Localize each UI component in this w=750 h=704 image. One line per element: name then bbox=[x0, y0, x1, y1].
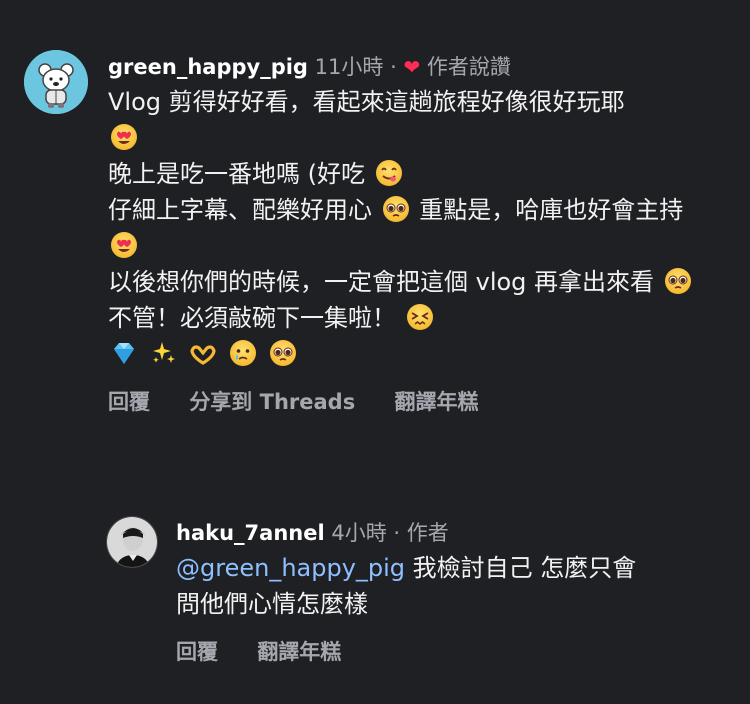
comment-line-text: 重點是，哈庫也好會主持 bbox=[419, 196, 684, 224]
reply-button[interactable]: 回覆 bbox=[108, 390, 150, 414]
author-tag: 作者 bbox=[406, 521, 449, 545]
comment-line-text: 問他們心情怎麼樣 bbox=[176, 590, 368, 618]
timestamp: 4小時 bbox=[331, 521, 387, 545]
comment-text: Vlog 剪得好好看，看起來這趟旅程好像很好玩耶 晚上是吃一番地嗎 (好吃 仔細… bbox=[108, 84, 718, 372]
author-liked-label: 作者說讚 bbox=[426, 55, 511, 79]
comment-header: haku_7annel 4小時 · 作者 bbox=[176, 516, 726, 550]
mention-link[interactable]: @green_happy_pig bbox=[176, 554, 405, 582]
timestamp: 11小時 bbox=[314, 55, 384, 79]
sad-tear-emoji-icon bbox=[229, 340, 256, 366]
pleading-face-emoji-icon bbox=[269, 340, 296, 366]
heart-hands-icon bbox=[190, 345, 216, 365]
yum-emoji-icon bbox=[375, 160, 402, 186]
comment-body: haku_7annel 4小時 · 作者 @green_happy_pig 我檢… bbox=[176, 516, 726, 666]
comment-body: green_happy_pig 11小時 · ❤ 作者說讚 Vlog 剪得好好看… bbox=[108, 50, 718, 416]
comment-line-text: 不管！必須敲碗下一集啦！ bbox=[108, 304, 396, 332]
username[interactable]: haku_7annel bbox=[176, 521, 325, 545]
comment-line: 以後想你們的時候，一定會把這個 vlog 再拿出來看 bbox=[108, 264, 718, 300]
comment-header: green_happy_pig 11小時 · ❤ 作者說讚 bbox=[108, 50, 718, 84]
reply-button[interactable]: 回覆 bbox=[176, 640, 218, 664]
comment-line-text: 我檢討自己 怎麼只會 bbox=[405, 554, 637, 582]
comment-actions: 回覆 分享到 Threads 翻譯年糕 bbox=[108, 386, 718, 416]
comment-text: @green_happy_pig 我檢討自己 怎麼只會 問他們心情怎麼樣 bbox=[176, 550, 726, 622]
confounded-face-emoji-icon bbox=[406, 304, 433, 330]
share-threads-button[interactable]: 分享到 Threads bbox=[189, 390, 355, 414]
gem-icon bbox=[114, 343, 134, 364]
heart-eyes-emoji-icon bbox=[111, 124, 137, 150]
pleading-face-emoji-icon bbox=[664, 268, 691, 294]
avatar[interactable] bbox=[24, 50, 88, 114]
comment-line-text: 晚上是吃一番地嗎 (好吃 bbox=[108, 160, 365, 188]
comment-line-text: Vlog 剪得好好看，看起來這趟旅程好像很好玩耶 bbox=[108, 88, 625, 116]
translate-button[interactable]: 翻譯年糕 bbox=[257, 640, 341, 664]
comment-line: Vlog 剪得好好看，看起來這趟旅程好像很好玩耶 bbox=[108, 84, 718, 156]
comment-line: 不管！必須敲碗下一集啦！ bbox=[108, 300, 718, 336]
avatar[interactable] bbox=[106, 516, 158, 568]
heart-eyes-emoji-icon bbox=[111, 232, 137, 258]
comment-line: 仔細上字幕、配樂好用心 重點是，哈庫也好會主持 bbox=[108, 192, 718, 264]
emoji-line bbox=[108, 336, 718, 372]
comment-line-text: 仔細上字幕、配樂好用心 bbox=[108, 196, 372, 224]
username[interactable]: green_happy_pig bbox=[108, 55, 308, 79]
comment-actions: 回覆 翻譯年糕 bbox=[176, 636, 726, 666]
separator: · bbox=[393, 521, 401, 545]
translate-button[interactable]: 翻譯年糕 bbox=[395, 390, 479, 414]
sparkles-icon bbox=[152, 342, 175, 363]
pleading-face-emoji-icon bbox=[382, 196, 409, 222]
heart-icon: ❤ bbox=[403, 55, 421, 79]
comment-line-text: 以後想你們的時候，一定會把這個 vlog 再拿出來看 bbox=[108, 268, 655, 296]
separator: · bbox=[390, 55, 397, 79]
comment-line: 晚上是吃一番地嗎 (好吃 bbox=[108, 156, 718, 192]
